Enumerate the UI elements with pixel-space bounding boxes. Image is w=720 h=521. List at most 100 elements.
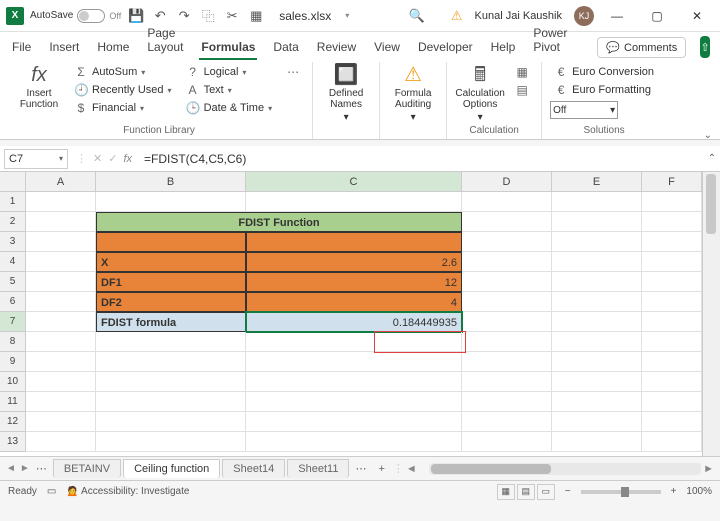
row-header[interactable]: 1 <box>0 192 26 212</box>
cell[interactable] <box>26 292 96 312</box>
cell[interactable] <box>26 252 96 272</box>
cell[interactable] <box>26 392 96 412</box>
comments-button[interactable]: 💬 Comments <box>597 37 686 58</box>
autosave-toggle[interactable]: AutoSave Off <box>30 9 121 23</box>
cell[interactable] <box>246 392 462 412</box>
row-header[interactable]: 13 <box>0 432 26 452</box>
row-header[interactable]: 3 <box>0 232 26 252</box>
cell[interactable] <box>26 232 96 252</box>
autosave-switch[interactable] <box>77 9 105 23</box>
cell[interactable] <box>462 332 552 352</box>
logical-button[interactable]: ?Logical ▾ <box>182 64 277 80</box>
cell[interactable] <box>462 272 552 292</box>
formula-auditing-button[interactable]: ⚠ Formula Auditing ▾ <box>388 64 438 123</box>
macro-icon[interactable]: ▭ <box>47 486 56 497</box>
formula-expand-icon[interactable]: ⌃ <box>704 153 720 164</box>
cell[interactable] <box>642 332 702 352</box>
cell[interactable] <box>642 352 702 372</box>
cell[interactable] <box>462 252 552 272</box>
enter-formula-icon[interactable]: ✓ <box>108 152 117 165</box>
cell[interactable] <box>642 252 702 272</box>
cell[interactable] <box>642 392 702 412</box>
cell[interactable] <box>642 372 702 392</box>
cell[interactable] <box>552 312 642 332</box>
cell[interactable] <box>642 272 702 292</box>
row-header[interactable]: 2 <box>0 212 26 232</box>
accessibility-status[interactable]: 🙍 Accessibility: Investigate <box>66 486 189 497</box>
cell[interactable] <box>246 192 462 212</box>
row-header[interactable]: 4 <box>0 252 26 272</box>
zoom-in-button[interactable]: + <box>671 486 677 497</box>
horizontal-scrollbar[interactable] <box>429 463 701 475</box>
hscroll-right[interactable]: ► <box>703 463 714 475</box>
formula-input[interactable]: =FDIST(C4,C5,C6) <box>140 152 704 166</box>
financial-button[interactable]: $Financial ▾ <box>70 100 176 116</box>
cell[interactable] <box>462 432 552 452</box>
cell-df1-label[interactable]: DF1 <box>96 272 246 292</box>
cell[interactable] <box>462 412 552 432</box>
row-header[interactable]: 8 <box>0 332 26 352</box>
new-sheet-button[interactable]: + <box>372 463 390 475</box>
col-header-b[interactable]: B <box>96 172 246 191</box>
cell[interactable] <box>552 292 642 312</box>
scrollbar-thumb[interactable] <box>706 174 716 234</box>
recently-used-button[interactable]: 🕘Recently Used ▾ <box>70 82 176 98</box>
page-break-button[interactable]: ▭ <box>537 484 555 500</box>
zoom-level[interactable]: 100% <box>686 486 712 497</box>
cell[interactable] <box>552 352 642 372</box>
cell[interactable] <box>552 392 642 412</box>
cell[interactable] <box>26 432 96 452</box>
cell[interactable] <box>246 352 462 372</box>
cell[interactable] <box>552 212 642 232</box>
cell[interactable] <box>642 212 702 232</box>
tab-home[interactable]: Home <box>95 36 131 60</box>
warning-icon[interactable]: ⚠ <box>451 8 463 24</box>
cell-df1-value[interactable]: 12 <box>246 272 462 292</box>
euro-formatting-button[interactable]: €Euro Formatting <box>550 82 658 98</box>
cell-formula-result[interactable]: 0.184449935 <box>246 312 462 332</box>
col-header-e[interactable]: E <box>552 172 642 191</box>
defined-names-button[interactable]: 🔲 Defined Names ▾ <box>321 64 371 123</box>
sheet-tab[interactable]: Sheet11 <box>287 459 349 478</box>
cell[interactable] <box>552 232 642 252</box>
row-header[interactable]: 10 <box>0 372 26 392</box>
cell[interactable] <box>26 192 96 212</box>
cell-df2-label[interactable]: DF2 <box>96 292 246 312</box>
col-header-a[interactable]: A <box>26 172 96 191</box>
tab-formulas[interactable]: Formulas <box>199 36 257 60</box>
cell[interactable] <box>642 232 702 252</box>
col-header-f[interactable]: F <box>642 172 702 191</box>
tab-help[interactable]: Help <box>489 36 518 60</box>
copy-icon[interactable]: ⿻ <box>199 7 217 25</box>
save-icon[interactable]: 💾 <box>127 7 145 25</box>
cell[interactable] <box>96 412 246 432</box>
cell[interactable] <box>246 332 462 352</box>
cell[interactable] <box>462 312 552 332</box>
tab-insert[interactable]: Insert <box>47 36 81 60</box>
normal-view-button[interactable]: ▦ <box>497 484 515 500</box>
text-button[interactable]: AText ▾ <box>182 82 277 98</box>
row-header[interactable]: 12 <box>0 412 26 432</box>
cell[interactable] <box>642 192 702 212</box>
select-all-corner[interactable] <box>0 172 26 191</box>
row-header[interactable]: 11 <box>0 392 26 412</box>
cell[interactable] <box>642 292 702 312</box>
zoom-slider[interactable] <box>581 490 661 494</box>
cell[interactable] <box>552 332 642 352</box>
row-header[interactable]: 7 <box>0 312 26 332</box>
cell[interactable] <box>26 212 96 232</box>
cell[interactable] <box>462 292 552 312</box>
cell[interactable] <box>96 232 246 252</box>
cell-df2-value[interactable]: 4 <box>246 292 462 312</box>
tab-data[interactable]: Data <box>271 36 300 60</box>
tab-file[interactable]: File <box>10 36 33 60</box>
cell-x-label[interactable]: X <box>96 252 246 272</box>
sheet-tab[interactable]: BETAINV <box>53 459 121 478</box>
cell[interactable] <box>246 432 462 452</box>
cell[interactable] <box>462 352 552 372</box>
cut-icon[interactable]: ✂ <box>223 7 241 25</box>
cell[interactable] <box>552 432 642 452</box>
cell[interactable] <box>26 372 96 392</box>
sheet-more-left[interactable]: ⋯ <box>32 462 51 475</box>
cell[interactable] <box>96 372 246 392</box>
